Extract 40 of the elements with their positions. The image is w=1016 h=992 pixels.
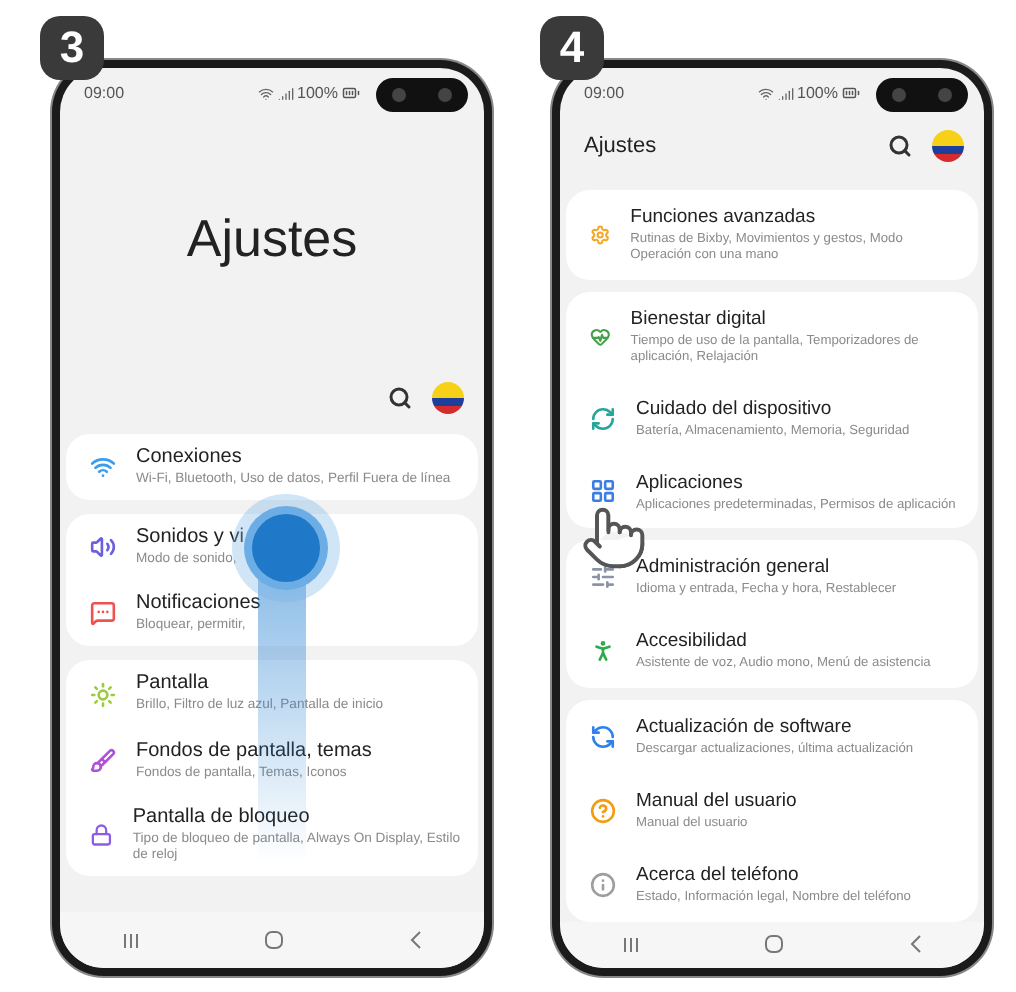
setting-title[interactable]: Funciones avanzadas <box>630 206 962 228</box>
setting-title[interactable]: Conexiones <box>136 446 451 468</box>
setting-title[interactable]: Acerca del teléfono <box>636 864 911 887</box>
setting-title[interactable]: Pantalla de bloqueo <box>132 805 462 828</box>
battery-percent: 100% <box>797 84 838 102</box>
search-icon[interactable] <box>888 134 912 158</box>
setting-title[interactable]: Fondos de pantalla, temas <box>136 739 372 762</box>
home-icon[interactable] <box>264 930 284 950</box>
battery-percent: 100% <box>297 84 338 102</box>
screen-title: Ajustes <box>186 207 358 269</box>
setting-title[interactable]: Notificaciones <box>136 592 261 615</box>
screen-title: Ajustes <box>584 134 657 158</box>
wifi-icon <box>257 85 274 101</box>
camera-icon <box>876 78 968 112</box>
setting-title[interactable]: Cuidado del dispositivo <box>636 397 910 420</box>
recent-apps-icon[interactable] <box>122 931 140 949</box>
flag-icon[interactable] <box>432 382 464 414</box>
signal-icon <box>277 85 294 101</box>
step-number: 4 <box>540 16 604 80</box>
back-icon[interactable] <box>408 930 422 950</box>
battery-icon <box>342 84 360 102</box>
step-number: 3 <box>40 16 104 80</box>
search-icon[interactable] <box>388 386 412 410</box>
setting-title[interactable]: Accesibilidad <box>636 630 931 653</box>
setting-title[interactable]: Actualización de software <box>636 716 914 739</box>
setting-title[interactable]: Bienestar digital <box>630 307 962 330</box>
setting-title[interactable]: Sonidos y vi <box>136 526 244 549</box>
camera-icon <box>376 78 468 112</box>
status-time: 09:00 <box>584 84 625 102</box>
status-time: 09:00 <box>84 84 125 102</box>
battery-icon <box>842 84 860 102</box>
setting-title[interactable]: Pantalla <box>136 672 384 695</box>
setting-title[interactable]: Manual del usuario <box>636 790 797 813</box>
back-icon[interactable] <box>908 934 922 955</box>
setting-title[interactable]: Aplicaciones <box>636 471 956 494</box>
wifi-icon <box>757 85 774 101</box>
flag-icon[interactable] <box>932 130 964 162</box>
home-icon[interactable] <box>764 934 784 955</box>
recent-apps-icon[interactable] <box>622 935 640 954</box>
signal-icon <box>777 85 794 101</box>
